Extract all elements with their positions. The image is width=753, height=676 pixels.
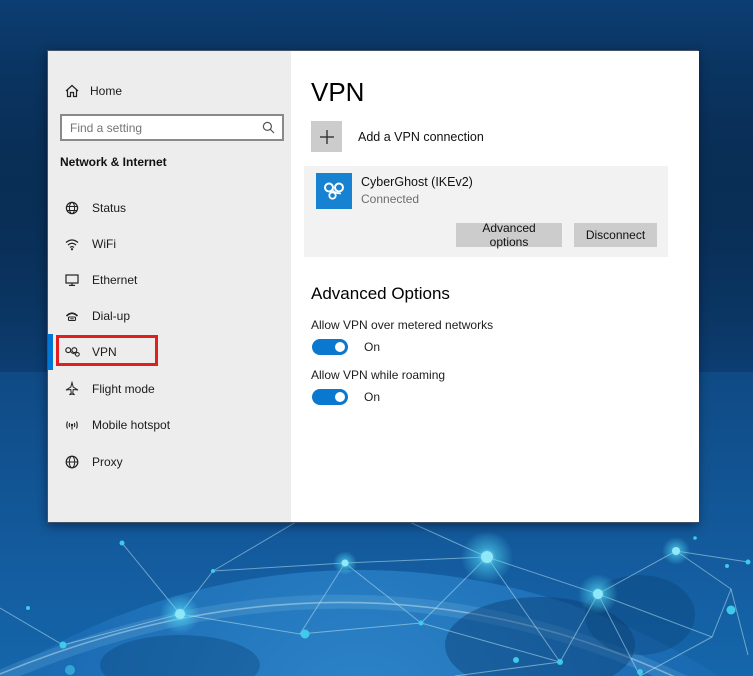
- page-title: VPN: [311, 77, 365, 107]
- status-globe-icon: [64, 200, 80, 216]
- disconnect-button[interactable]: Disconnect: [574, 223, 657, 247]
- sidebar: Home Network & Internet Status WiFi: [48, 51, 291, 522]
- flight-mode-icon: [64, 381, 80, 397]
- sidebar-item-label: WiFi: [92, 237, 116, 251]
- search-icon[interactable]: [258, 121, 278, 134]
- ethernet-icon: [64, 272, 80, 288]
- sidebar-item-ethernet[interactable]: Ethernet: [48, 262, 291, 298]
- vpn-settings-pane: VPN Add a VPN connection CyberGhost (IKE…: [291, 51, 699, 522]
- sidebar-item-flight-mode[interactable]: Flight mode: [48, 371, 291, 407]
- sidebar-item-dialup[interactable]: Dial-up: [48, 298, 291, 334]
- home-icon: [64, 83, 80, 99]
- sidebar-item-mobile-hotspot[interactable]: Mobile hotspot: [48, 407, 291, 443]
- toggle-state-label: On: [364, 340, 381, 354]
- wifi-icon: [64, 236, 80, 252]
- sidebar-home-label: Home: [90, 84, 123, 98]
- sidebar-item-status[interactable]: Status: [48, 190, 291, 226]
- selected-indicator: [48, 334, 53, 370]
- roaming-toggle-row: On: [312, 389, 380, 405]
- metered-networks-toggle-label: Allow VPN over metered networks: [311, 318, 494, 332]
- sidebar-item-label: Mobile hotspot: [92, 418, 171, 432]
- sidebar-item-label: Status: [92, 201, 127, 215]
- advanced-options-button[interactable]: Advanced options: [456, 221, 562, 249]
- vpn-connection-card[interactable]: CyberGhost (IKEv2) Connected Advanced op…: [304, 166, 668, 257]
- sidebar-item-label: Proxy: [92, 455, 123, 469]
- add-vpn-connection-button[interactable]: Add a VPN connection: [311, 121, 484, 152]
- add-vpn-label: Add a VPN connection: [358, 129, 484, 144]
- toggle-knob: [335, 392, 345, 402]
- metered-networks-toggle[interactable]: [312, 339, 348, 355]
- search-box[interactable]: [60, 114, 284, 141]
- toggle-state-label: On: [364, 390, 381, 404]
- mobile-hotspot-icon: [64, 417, 80, 433]
- connection-name: CyberGhost (IKEv2): [361, 175, 473, 189]
- sidebar-item-label: VPN: [92, 345, 117, 359]
- proxy-globe-icon: [64, 454, 80, 470]
- connection-status: Connected: [361, 192, 420, 206]
- sidebar-section-header: Network & Internet: [60, 155, 167, 169]
- dialup-phone-icon: [64, 308, 80, 324]
- roaming-toggle[interactable]: [312, 389, 348, 405]
- sidebar-item-home[interactable]: Home: [64, 80, 122, 102]
- vpn-icon: [64, 345, 80, 359]
- sidebar-item-vpn[interactable]: VPN: [48, 334, 291, 370]
- sidebar-item-label: Ethernet: [92, 273, 138, 287]
- plus-icon[interactable]: [311, 121, 342, 152]
- advanced-options-heading: Advanced Options: [311, 284, 450, 303]
- sidebar-item-wifi[interactable]: WiFi: [48, 226, 291, 262]
- toggle-knob: [335, 342, 345, 352]
- metered-networks-toggle-row: On: [312, 339, 380, 355]
- roaming-toggle-label: Allow VPN while roaming: [311, 368, 446, 382]
- settings-window: Home Network & Internet Status WiFi: [47, 50, 699, 523]
- vpn-connection-icon: [316, 173, 352, 209]
- sidebar-item-label: Flight mode: [92, 382, 155, 396]
- search-input[interactable]: [62, 120, 258, 135]
- sidebar-item-label: Dial-up: [92, 309, 131, 323]
- sidebar-item-proxy[interactable]: Proxy: [48, 444, 291, 480]
